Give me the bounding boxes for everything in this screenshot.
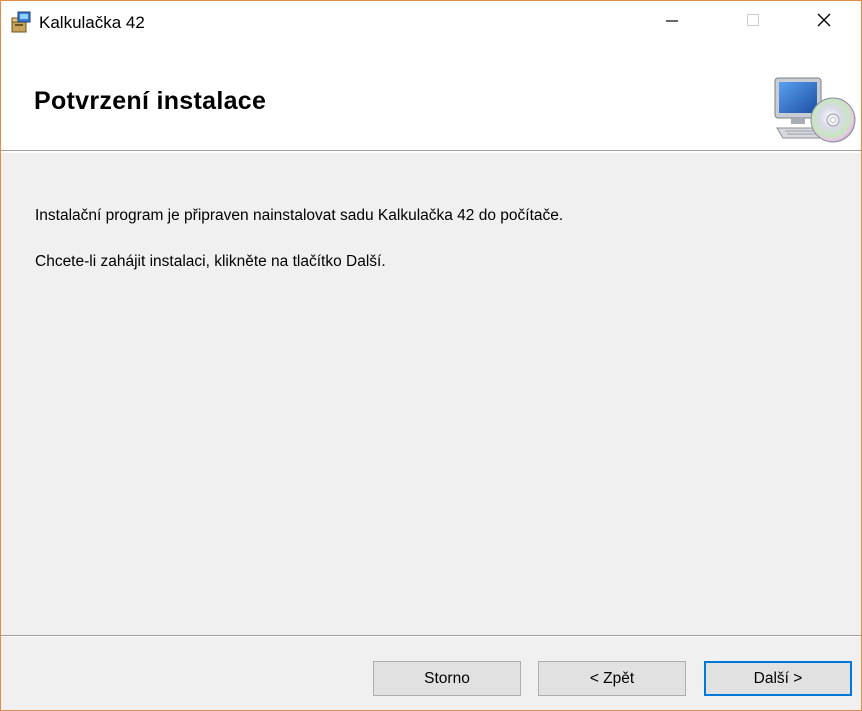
close-icon xyxy=(816,12,832,33)
minimize-button[interactable] xyxy=(649,1,695,43)
page-title: Potvrzení instalace xyxy=(34,87,267,115)
cancel-button[interactable]: Storno xyxy=(373,661,521,696)
footer-divider xyxy=(1,635,861,637)
ready-message: Instalační program je připraven nainstal… xyxy=(35,207,564,224)
installer-package-icon xyxy=(9,10,33,34)
next-button[interactable]: Další > xyxy=(704,661,852,696)
back-button[interactable]: < Zpět xyxy=(538,661,686,696)
dialog-body: Instalační program je připraven nainstal… xyxy=(1,153,861,635)
installer-window: Kalkulačka 42 Potvrzení instalace Instal… xyxy=(0,0,862,711)
window-title: Kalkulačka 42 xyxy=(39,13,145,32)
maximize-icon xyxy=(746,13,760,32)
close-button[interactable] xyxy=(801,1,847,43)
instruction-message: Chcete-li zahájit instalaci, klikněte na… xyxy=(35,253,386,270)
maximize-button[interactable] xyxy=(730,1,776,43)
computer-cd-icon xyxy=(773,76,857,150)
header-banner: Potvrzení instalace xyxy=(1,43,861,151)
title-bar[interactable]: Kalkulačka 42 xyxy=(1,1,861,43)
minimize-icon xyxy=(665,13,679,32)
